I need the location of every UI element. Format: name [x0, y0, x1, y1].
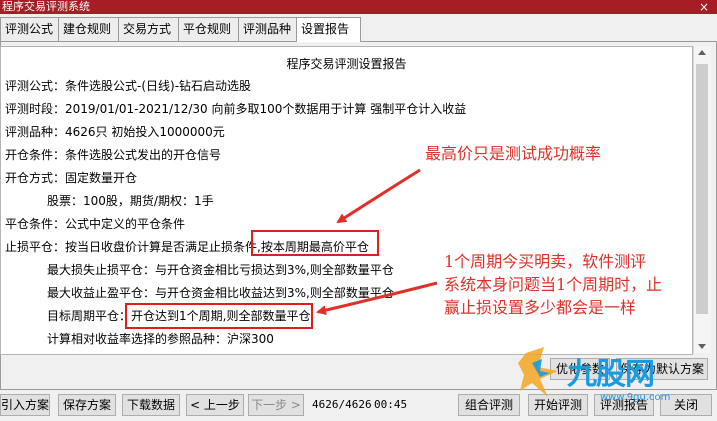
import-scheme-button[interactable]: 引入方案: [0, 394, 50, 416]
elapsed-time: 00:45: [374, 398, 408, 411]
tab-settings-report[interactable]: 设置报告: [296, 17, 361, 42]
arrow-to-highest-price: [336, 168, 421, 224]
watermark-url: www.9gu.com: [600, 392, 671, 403]
annotation-top: 最高价只是测试成功概率: [425, 144, 602, 163]
combo-eval-button[interactable]: 组合评测: [458, 394, 520, 416]
save-scheme-button[interactable]: 保存方案: [58, 394, 116, 416]
annotation-bottom-line-2: 系统本身问题当1个周期时，止: [444, 275, 663, 294]
annotation-bottom-line-1: 1个周期今买明卖，软件测评: [444, 252, 647, 271]
next-step-button[interactable]: 下一步 >: [248, 394, 304, 416]
watermark-text: 九股网: [567, 357, 655, 392]
arrow-to-target-period: [316, 281, 438, 316]
annotation-bottom-line-3: 赢止损设置多少都会是一样: [444, 298, 637, 317]
progress-count: 4626/4626: [312, 398, 372, 411]
prev-step-button[interactable]: < 上一步: [186, 394, 244, 416]
download-data-button[interactable]: 下载数据: [122, 394, 180, 416]
